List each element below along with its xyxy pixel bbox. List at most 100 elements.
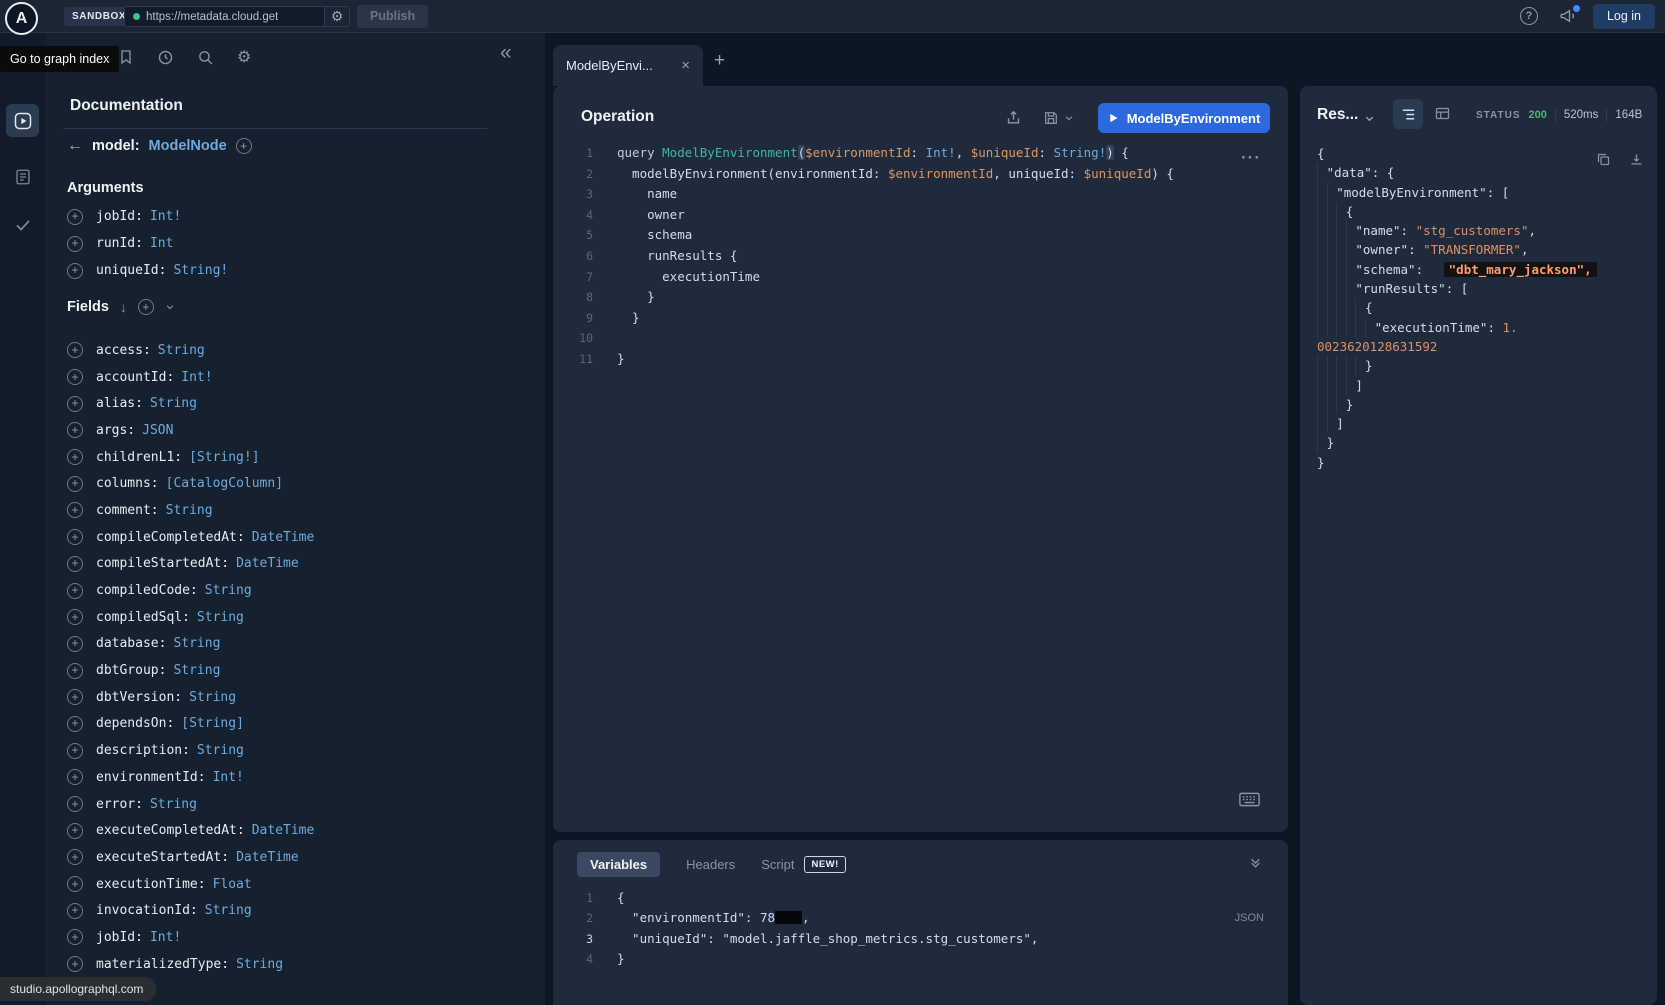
sort-icon[interactable]: ↓	[120, 299, 127, 315]
search-icon[interactable]	[197, 49, 214, 66]
field-type-link[interactable]: String	[173, 636, 220, 651]
bookmark-icon[interactable]	[118, 49, 134, 65]
history-icon[interactable]	[157, 49, 174, 66]
endpoint-url-input[interactable]: https://metadata.cloud.get	[124, 6, 325, 27]
field-type-link[interactable]: DateTime	[236, 850, 299, 865]
add-to-query-icon[interactable]: +	[67, 422, 83, 438]
add-fields-icon[interactable]: +	[138, 299, 154, 315]
help-icon[interactable]: ?	[1520, 7, 1538, 25]
add-to-query-icon[interactable]: +	[67, 663, 83, 679]
schema-icon[interactable]	[6, 160, 39, 193]
add-to-query-icon[interactable]: +	[67, 236, 83, 252]
add-to-query-icon[interactable]: +	[67, 342, 83, 358]
add-to-query-icon[interactable]: +	[67, 449, 83, 465]
add-to-query-icon[interactable]: +	[67, 529, 83, 545]
add-to-query-icon[interactable]: +	[67, 769, 83, 785]
add-to-query-icon[interactable]: +	[67, 929, 83, 945]
line-number: 9	[569, 308, 593, 329]
publish-button[interactable]: Publish	[357, 5, 428, 28]
response-dropdown-chevron-icon[interactable]	[1364, 113, 1375, 124]
connection-settings-gear-icon[interactable]: ⚙	[325, 6, 350, 27]
field-type-link[interactable]: [CatalogColumn]	[166, 476, 283, 491]
tab-variables[interactable]: Variables	[577, 852, 660, 877]
field-type-link[interactable]: String	[158, 343, 205, 358]
collapse-panel-chevrons-icon[interactable]	[1249, 856, 1262, 869]
indent-guide	[1317, 279, 1327, 298]
add-to-query-icon[interactable]: +	[67, 636, 83, 652]
settings-gear-icon[interactable]: ⚙	[237, 47, 251, 67]
field-type-link[interactable]: String	[150, 396, 197, 411]
field-type-link[interactable]: String	[197, 743, 244, 758]
breadcrumb-type-link[interactable]: ModelNode	[149, 138, 227, 154]
field-type-link[interactable]: Int	[150, 236, 173, 251]
field-type-link[interactable]: String	[205, 903, 252, 918]
add-to-query-icon[interactable]: +	[67, 502, 83, 518]
add-to-query-icon[interactable]: +	[67, 876, 83, 892]
field-type-link[interactable]: Int!	[181, 370, 212, 385]
add-to-query-icon[interactable]: +	[67, 689, 83, 705]
add-to-query-icon[interactable]: +	[67, 716, 83, 732]
announcements-icon[interactable]	[1559, 7, 1577, 25]
field-type-link[interactable]: String	[166, 503, 213, 518]
field-type-link[interactable]: String	[189, 690, 236, 705]
add-to-query-icon[interactable]: +	[67, 556, 83, 572]
add-to-query-icon[interactable]: +	[67, 796, 83, 812]
add-to-query-icon[interactable]: +	[67, 609, 83, 625]
field-type-link[interactable]: Float	[213, 877, 252, 892]
indent-guide	[1336, 356, 1346, 375]
tab-script[interactable]: Script	[761, 857, 794, 872]
field-type-link[interactable]: String	[173, 663, 220, 678]
operation-code-editor[interactable]: 1query ModelByEnvironment($environmentId…	[569, 143, 1174, 370]
documentation-panel: ⚙ « Documentation ← model: ModelNode + A…	[45, 33, 545, 1005]
back-arrow-icon[interactable]: ←	[67, 137, 83, 155]
new-tab-icon[interactable]: +	[714, 50, 725, 72]
collapse-panel-icon[interactable]: «	[500, 41, 512, 65]
save-operation-button[interactable]	[1043, 110, 1074, 126]
field-type-link[interactable]: String	[150, 797, 197, 812]
code-tokens: {	[1317, 144, 1325, 163]
table-view-toggle-icon[interactable]	[1434, 105, 1451, 122]
field-type-link[interactable]: DateTime	[236, 556, 299, 571]
add-to-query-icon[interactable]: +	[67, 903, 83, 919]
add-to-query-icon[interactable]: +	[67, 956, 83, 972]
field-type-link[interactable]: String	[236, 957, 283, 972]
add-to-query-icon[interactable]: +	[67, 369, 83, 385]
add-to-query-icon[interactable]: +	[67, 743, 83, 759]
run-operation-button[interactable]: ModelByEnvironment	[1098, 103, 1270, 133]
field-type-link[interactable]: JSON	[142, 423, 173, 438]
add-to-query-icon[interactable]: +	[67, 849, 83, 865]
add-to-query-icon[interactable]: +	[67, 263, 83, 279]
field-type-link[interactable]: Int!	[150, 930, 181, 945]
field-type-link[interactable]: DateTime	[252, 530, 315, 545]
close-tab-icon[interactable]: ×	[681, 57, 690, 74]
editor-menu-icon[interactable]: ···	[1241, 148, 1261, 168]
add-to-query-icon[interactable]: +	[67, 396, 83, 412]
field-type-link[interactable]: DateTime	[252, 823, 315, 838]
tab-headers[interactable]: Headers	[686, 857, 735, 872]
add-to-query-icon[interactable]: +	[67, 583, 83, 599]
field-type-link[interactable]: String	[205, 583, 252, 598]
checklist-icon[interactable]	[6, 208, 39, 241]
field-type-link[interactable]: Int!	[150, 209, 181, 224]
field-type-link[interactable]: [String]	[181, 716, 244, 731]
tree-view-toggle-icon[interactable]	[1393, 99, 1423, 129]
add-to-query-icon[interactable]: +	[67, 476, 83, 492]
operation-tab[interactable]: ModelByEnvi... ×	[553, 45, 703, 86]
add-all-fields-icon[interactable]: +	[236, 138, 252, 154]
download-response-icon[interactable]	[1629, 152, 1644, 167]
login-button[interactable]: Log in	[1593, 4, 1655, 29]
field-type-link[interactable]: Int!	[213, 770, 244, 785]
add-to-query-icon[interactable]: +	[67, 209, 83, 225]
field-type-link[interactable]: [String!]	[189, 450, 259, 465]
field-type-link[interactable]: String!	[173, 263, 228, 278]
field-type-link[interactable]: String	[197, 610, 244, 625]
apollo-logo[interactable]: A	[5, 2, 38, 35]
doc-field-row: +materializedType:String	[67, 951, 314, 978]
keyboard-shortcuts-icon[interactable]	[1239, 792, 1260, 807]
explorer-icon[interactable]	[6, 104, 39, 137]
chevron-down-icon[interactable]	[165, 302, 175, 312]
variables-code-editor[interactable]: 1{2 "environmentId": 78,3 "uniqueId": "m…	[569, 888, 1038, 970]
copy-response-icon[interactable]	[1596, 152, 1611, 167]
add-to-query-icon[interactable]: +	[67, 823, 83, 839]
share-icon[interactable]	[1005, 109, 1022, 126]
